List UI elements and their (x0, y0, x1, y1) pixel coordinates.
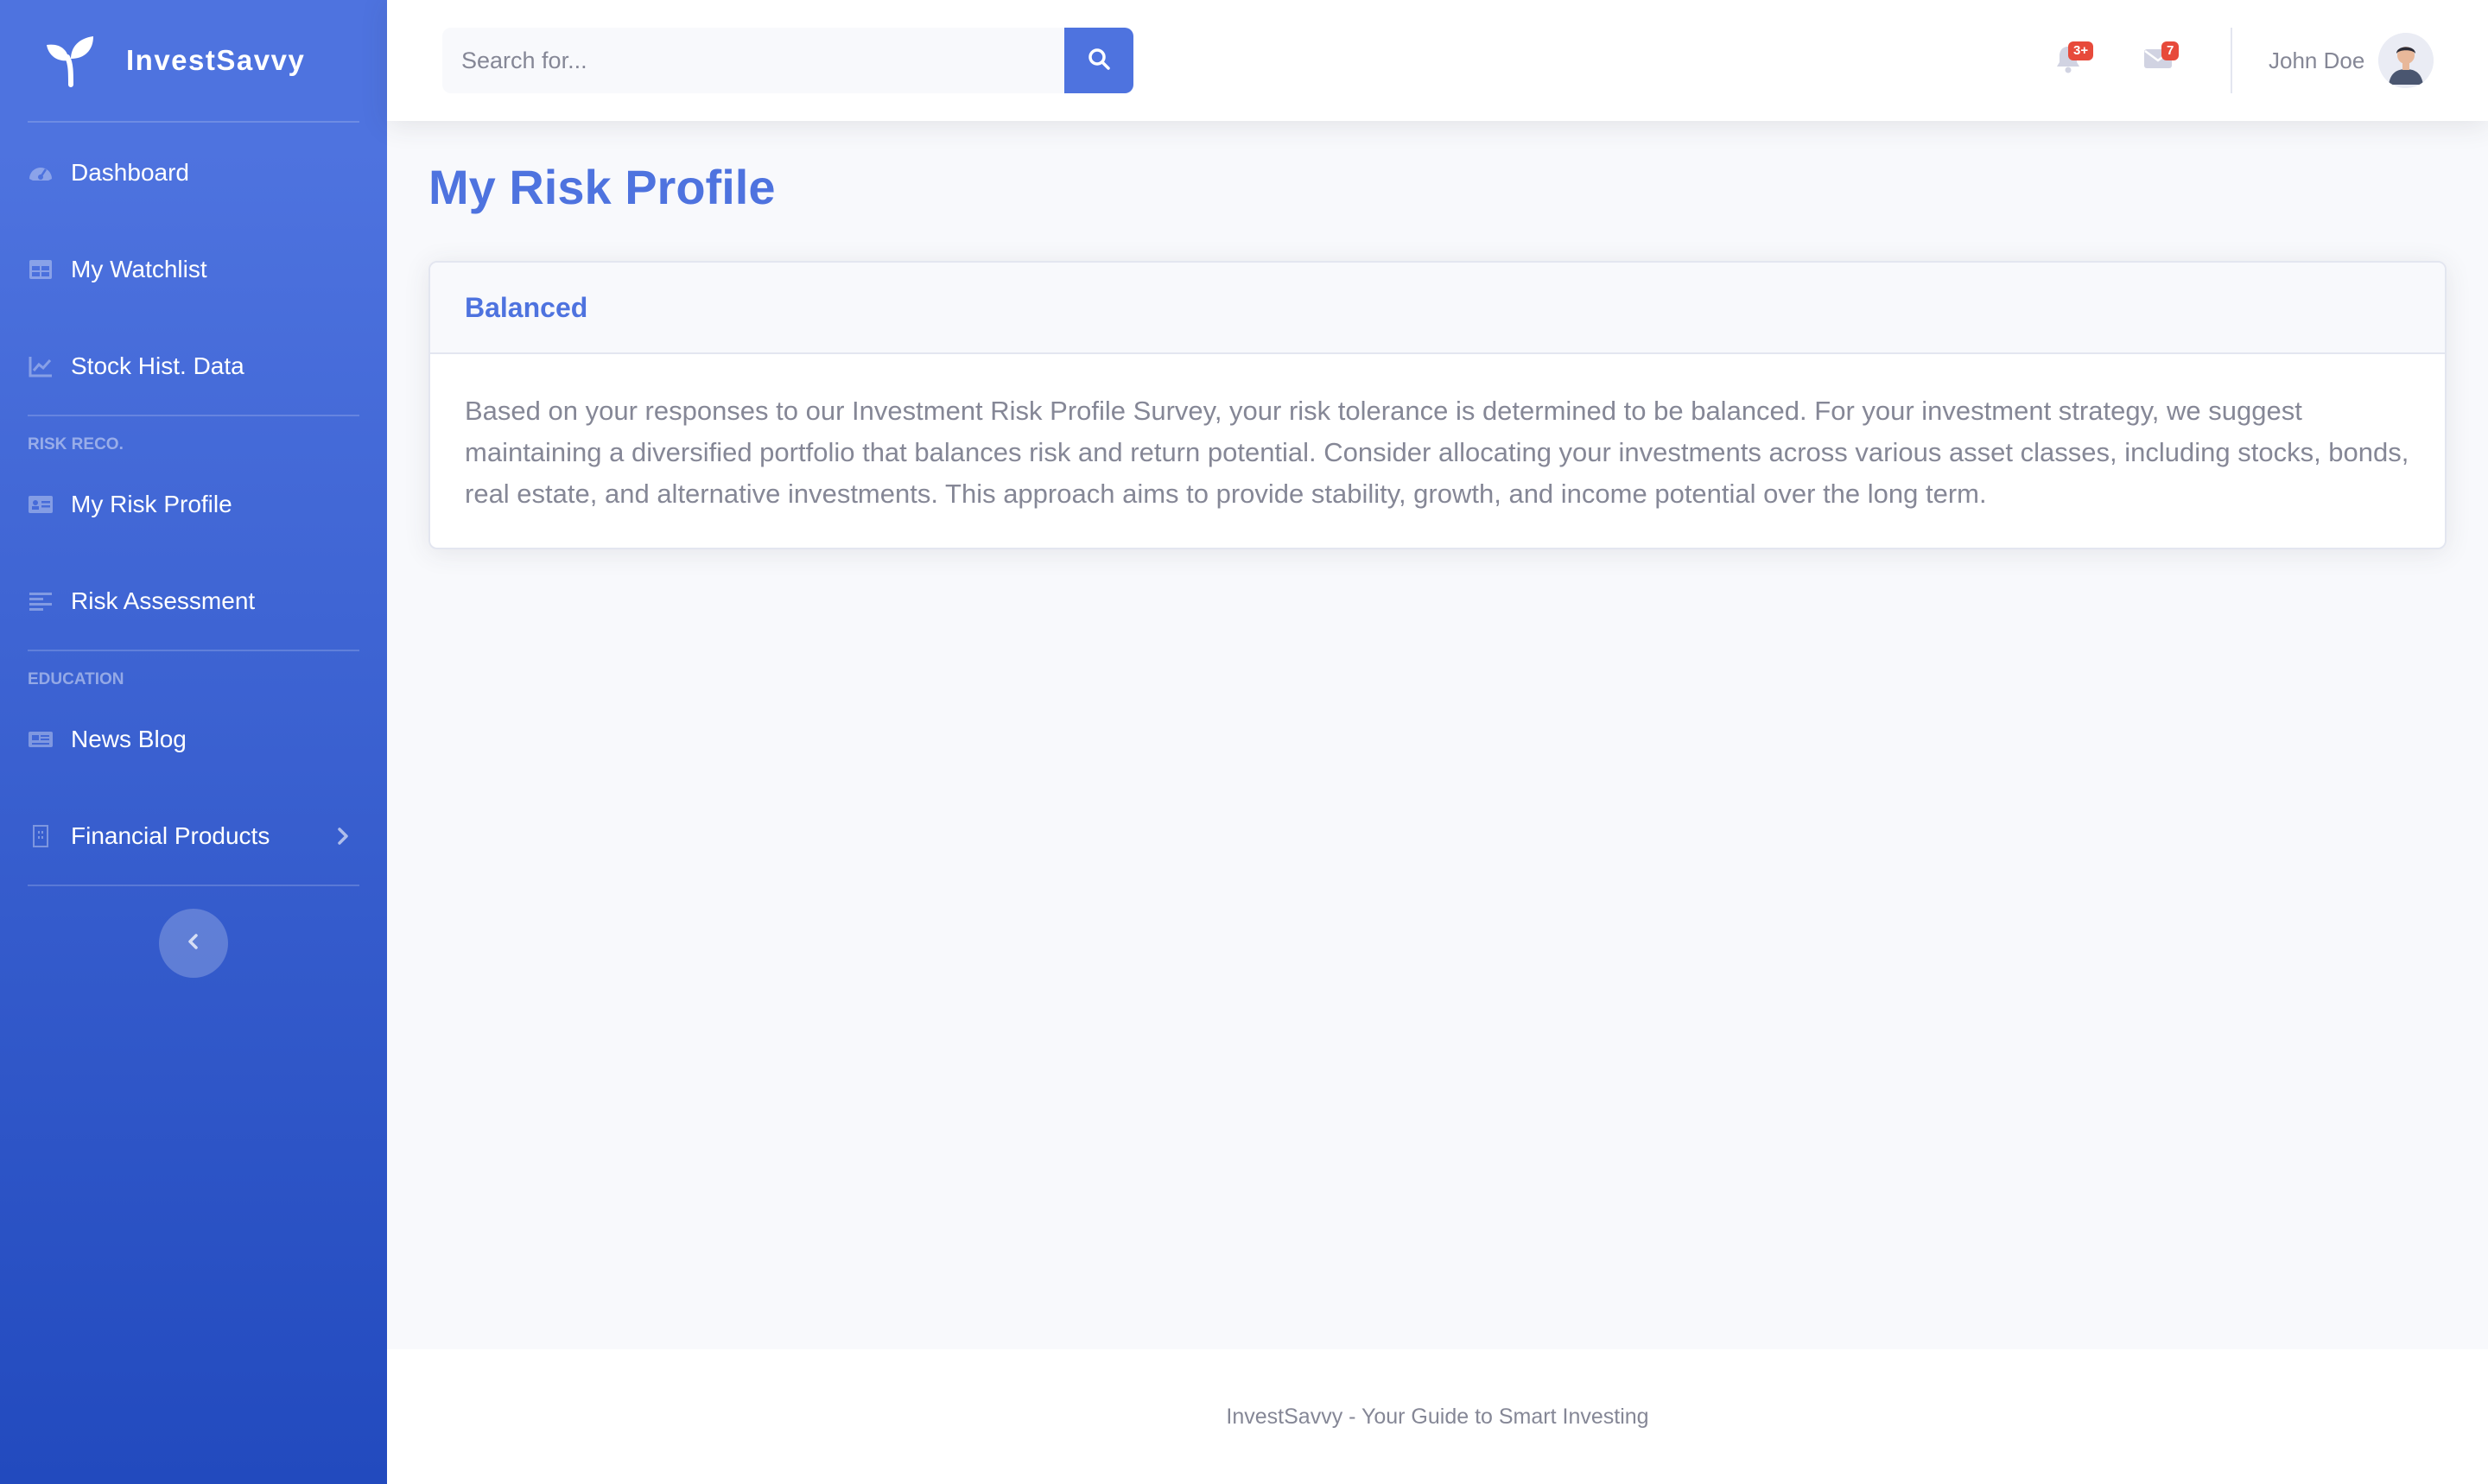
user-dropdown[interactable]: John Doe (2269, 33, 2434, 88)
sidebar-item-label: Dashboard (71, 159, 189, 186)
sidebar-divider (28, 121, 359, 123)
id-card-icon (28, 491, 54, 517)
sidebar-item-label: Stock Hist. Data (71, 352, 244, 379)
building-icon (28, 823, 54, 849)
topbar: 3+ 7 John Doe (387, 0, 2488, 121)
sidebar-item-stock-hist-data[interactable]: Stock Hist. Data (0, 318, 387, 415)
risk-profile-title: Balanced (465, 291, 588, 323)
risk-profile-description: Based on your responses to our Investmen… (465, 396, 2409, 509)
messages-count-badge: 7 (2161, 41, 2180, 60)
footer: InvestSavvy - Your Guide to Smart Invest… (387, 1349, 2488, 1484)
sidebar-item-label: My Watchlist (71, 256, 207, 282)
risk-profile-card: Balanced Based on your responses to our … (428, 261, 2447, 549)
sidebar-item-financial-products[interactable]: Financial Products (0, 788, 387, 885)
messages-button[interactable]: 7 (2136, 38, 2180, 83)
tachometer-icon (28, 160, 54, 186)
page-title: My Risk Profile (428, 160, 776, 214)
search-input[interactable] (442, 28, 1064, 93)
search-icon (1087, 47, 1111, 75)
align-left-icon (28, 588, 54, 614)
newspaper-icon (28, 726, 54, 752)
sidebar-heading-risk: RISK RECO. (28, 435, 124, 453)
card-header: Balanced (430, 263, 2445, 354)
sidebar-toggle-button[interactable] (159, 909, 228, 978)
sidebar-heading-education: EDUCATION (28, 670, 124, 688)
user-name: John Doe (2269, 47, 2365, 73)
sidebar-item-label: Risk Assessment (71, 587, 256, 614)
sidebar-item-label: News Blog (71, 726, 187, 752)
sidebar-item-label: Financial Products (71, 822, 270, 849)
chart-line-icon (28, 353, 54, 379)
sidebar-item-my-risk-profile[interactable]: My Risk Profile (0, 456, 387, 553)
footer-copyright: InvestSavvy - Your Guide to Smart Invest… (1226, 1404, 1649, 1429)
topbar-divider (2231, 28, 2232, 93)
sidebar-divider (28, 885, 359, 886)
chevron-left-icon (185, 933, 202, 954)
brand-name: InvestSavvy (126, 44, 306, 76)
alerts-count-badge: 3+ (2068, 41, 2094, 60)
sidebar-item-dashboard[interactable]: Dashboard (0, 124, 387, 221)
table-icon (28, 257, 54, 282)
sidebar-item-news-blog[interactable]: News Blog (0, 691, 387, 788)
sidebar: InvestSavvy Dashboard My Watchlist Stock… (0, 0, 387, 1484)
sidebar-item-my-watchlist[interactable]: My Watchlist (0, 221, 387, 318)
alerts-button[interactable]: 3+ (2046, 38, 2094, 83)
leaf-sprout-icon (45, 33, 100, 88)
search-button[interactable] (1064, 28, 1133, 93)
brand-link[interactable]: InvestSavvy (0, 0, 387, 121)
chevron-right-icon (333, 827, 352, 846)
sidebar-toggle-wrap (0, 909, 387, 978)
avatar (2378, 33, 2434, 88)
sidebar-item-label: My Risk Profile (71, 491, 232, 517)
sidebar-item-risk-assessment[interactable]: Risk Assessment (0, 553, 387, 650)
search-box (442, 28, 1133, 93)
